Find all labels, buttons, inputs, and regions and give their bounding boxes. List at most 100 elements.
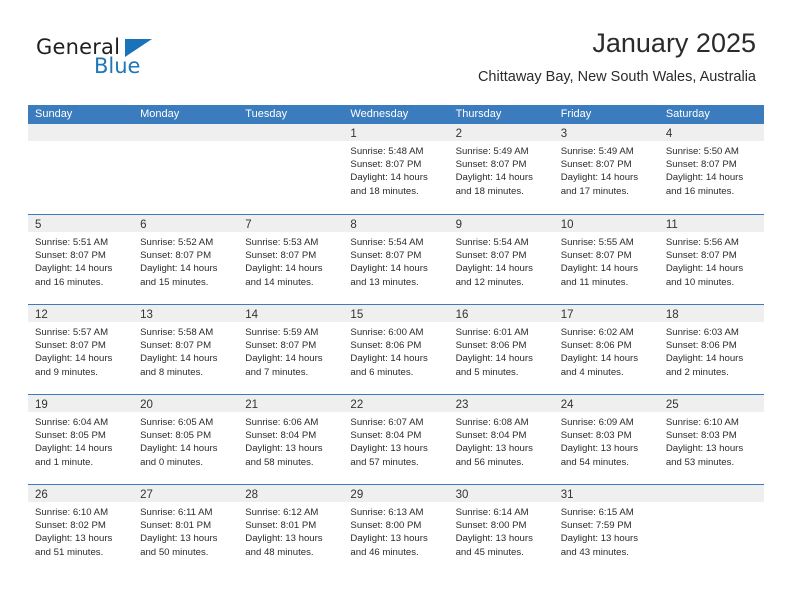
sunrise-text: Sunrise: 6:10 AM	[35, 507, 109, 518]
day-cell[interactable]: 15 Sunrise: 6:00 AM Sunset: 8:06 PM Dayligh…	[343, 305, 449, 394]
day-cell[interactable]: 2 Sunrise: 5:49 AM Sunset: 8:07 PM Daylight…	[448, 124, 554, 214]
day-cell[interactable]: 6 Sunrise: 5:52 AM Sunset: 8:07 PM Daylight…	[133, 215, 239, 304]
day-cell[interactable]: 8 Sunrise: 5:54 AM Sunset: 8:07 PM Daylight…	[343, 215, 449, 304]
sunrise-text: Sunrise: 6:09 AM	[560, 417, 634, 428]
day-cell[interactable]: 27 Sunrise: 6:11 AM Sunset: 8:01 PM Dayligh…	[133, 485, 239, 574]
day-info: Sunrise: 6:05 AM Sunset: 8:05 PM Daylight:…	[133, 412, 238, 469]
sunrise-text: Sunrise: 6:10 AM	[665, 417, 739, 428]
sunset-text: Sunset: 8:07 PM	[140, 250, 212, 262]
day-cell[interactable]: 26 Sunrise: 6:10 AM Sunset: 8:02 PM Dayligh…	[28, 485, 134, 574]
day-cell[interactable]: 3 Sunrise: 5:49 AM Sunset: 8:07 PM Daylight…	[553, 124, 659, 214]
daylight-text-line1: Daylight: 13 hours	[140, 533, 218, 545]
logo-text-blue: Blue	[94, 54, 141, 78]
day-cell[interactable]: 11 Sunrise: 5:56 AM Sunset: 8:07 PM Dayligh…	[658, 215, 764, 304]
day-cell[interactable]: 29 Sunrise: 6:13 AM Sunset: 8:00 PM Dayligh…	[343, 485, 449, 574]
daylight-text-line1: Daylight: 14 hours	[560, 172, 639, 184]
sunset-text: Sunset: 8:06 PM	[665, 340, 737, 352]
day-cell[interactable]: 23 Sunrise: 6:08 AM Sunset: 8:04 PM Dayligh…	[448, 395, 554, 484]
day-info: Sunrise: 5:58 AM Sunset: 8:07 PM Daylight:…	[133, 322, 238, 379]
daylight-text-line2: and 4 minutes.	[560, 366, 624, 378]
day-info: Sunrise: 6:06 AM Sunset: 8:04 PM Daylight:…	[238, 412, 343, 469]
day-info: Sunrise: 6:07 AM Sunset: 8:04 PM Daylight:…	[343, 412, 448, 469]
sunset-text: Sunset: 8:05 PM	[140, 430, 212, 442]
sunset-text: Sunset: 8:07 PM	[350, 250, 422, 262]
day-cell[interactable]: 1 Sunrise: 5:48 AM Sunset: 8:07 PM Daylight…	[343, 124, 449, 214]
sunset-text: Sunset: 8:07 PM	[35, 340, 106, 352]
sunset-text: Sunset: 7:59 PM	[560, 520, 632, 532]
day-cell[interactable]: 25 Sunrise: 6:10 AM Sunset: 8:03 PM Dayligh…	[658, 395, 764, 484]
day-cell[interactable]: 17 Sunrise: 6:02 AM Sunset: 8:06 PM Dayligh…	[553, 305, 659, 394]
sunrise-text: Sunrise: 6:04 AM	[35, 417, 109, 428]
day-number-band: 28	[238, 485, 344, 502]
sunset-text: Sunset: 8:07 PM	[560, 159, 632, 171]
day-cell[interactable]: 10 Sunrise: 5:55 AM Sunset: 8:07 PM Dayligh…	[553, 215, 659, 304]
daylight-text-line2: and 0 minutes.	[140, 456, 204, 468]
day-cell[interactable]: 28 Sunrise: 6:12 AM Sunset: 8:01 PM Dayligh…	[238, 485, 344, 574]
day-number-band	[133, 124, 239, 141]
general-blue-logo[interactable]: General Blue	[36, 36, 256, 82]
day-cell[interactable]: 21 Sunrise: 6:06 AM Sunset: 8:04 PM Dayligh…	[238, 395, 344, 484]
daylight-text-line1: Daylight: 14 hours	[665, 353, 744, 365]
day-number-band: 9	[448, 215, 554, 232]
day-info: Sunrise: 6:01 AM Sunset: 8:06 PM Daylight:…	[449, 322, 554, 379]
day-cell[interactable]: 31 Sunrise: 6:15 AM Sunset: 7:59 PM Dayligh…	[553, 485, 659, 574]
sunrise-text: Sunrise: 6:01 AM	[455, 327, 529, 338]
day-number: 1	[350, 128, 357, 140]
daylight-text-line2: and 7 minutes.	[245, 366, 309, 378]
day-number-band: 14	[238, 305, 344, 322]
day-cell[interactable]: 4 Sunrise: 5:50 AM Sunset: 8:07 PM Daylight…	[658, 124, 764, 214]
weekday-header-saturday: Saturday	[665, 108, 710, 120]
day-cell[interactable]: 20 Sunrise: 6:05 AM Sunset: 8:05 PM Dayligh…	[133, 395, 239, 484]
sunrise-text: Sunrise: 5:58 AM	[140, 327, 214, 338]
daylight-text-line2: and 17 minutes.	[560, 185, 629, 197]
weekday-header-tuesday: Tuesday	[245, 108, 288, 120]
day-cell[interactable]: 18 Sunrise: 6:03 AM Sunset: 8:06 PM Dayligh…	[658, 305, 764, 394]
daylight-text-line1: Daylight: 14 hours	[560, 353, 639, 365]
day-number: 13	[140, 309, 153, 321]
day-number-band: 18	[658, 305, 764, 322]
daylight-text-line1: Daylight: 13 hours	[560, 443, 639, 455]
sunrise-text: Sunrise: 6:15 AM	[560, 507, 634, 518]
sunrise-text: Sunrise: 5:59 AM	[245, 327, 319, 338]
day-info: Sunrise: 5:57 AM Sunset: 8:07 PM Daylight:…	[28, 322, 133, 379]
day-number: 11	[665, 219, 678, 231]
sunset-text: Sunset: 8:07 PM	[245, 250, 317, 262]
day-cell[interactable]: 9 Sunrise: 5:54 AM Sunset: 8:07 PM Daylight…	[448, 215, 554, 304]
day-number-band	[238, 124, 344, 141]
day-cell[interactable]: 14 Sunrise: 5:59 AM Sunset: 8:07 PM Dayligh…	[238, 305, 344, 394]
day-number: 6	[140, 219, 147, 231]
day-cell[interactable]: 30 Sunrise: 6:14 AM Sunset: 8:00 PM Dayligh…	[448, 485, 554, 574]
day-cell[interactable]: 12 Sunrise: 5:57 AM Sunset: 8:07 PM Dayligh…	[28, 305, 134, 394]
day-cell[interactable]: 7 Sunrise: 5:53 AM Sunset: 8:07 PM Daylight…	[238, 215, 344, 304]
day-number-band: 11	[658, 215, 764, 232]
day-number: 14	[245, 309, 259, 321]
daylight-text-line2: and 53 minutes.	[665, 456, 735, 468]
day-number: 4	[665, 128, 673, 140]
day-number: 9	[455, 219, 462, 231]
daylight-text-line1: Daylight: 13 hours	[350, 533, 428, 545]
day-info: Sunrise: 5:55 AM Sunset: 8:07 PM Daylight:…	[554, 232, 659, 289]
daylight-text-line2: and 15 minutes.	[140, 276, 209, 288]
sunrise-text: Sunrise: 5:53 AM	[245, 237, 319, 248]
day-number: 17	[560, 309, 574, 321]
day-info: Sunrise: 6:09 AM Sunset: 8:03 PM Daylight:…	[554, 412, 659, 469]
sunrise-text: Sunrise: 5:52 AM	[140, 237, 214, 248]
day-info: Sunrise: 5:51 AM Sunset: 8:07 PM Daylight:…	[28, 232, 133, 289]
day-number: 12	[35, 309, 48, 321]
day-cell[interactable]: 16 Sunrise: 6:01 AM Sunset: 8:06 PM Dayligh…	[448, 305, 554, 394]
day-cell[interactable]: 19 Sunrise: 6:04 AM Sunset: 8:05 PM Dayligh…	[28, 395, 134, 484]
day-info: Sunrise: 6:13 AM Sunset: 8:00 PM Daylight:…	[343, 502, 448, 559]
day-cell[interactable]: 24 Sunrise: 6:09 AM Sunset: 8:03 PM Dayligh…	[553, 395, 659, 484]
daylight-text-line2: and 1 minute.	[35, 456, 94, 468]
daylight-text-line2: and 58 minutes.	[245, 456, 314, 468]
day-cell[interactable]: 13 Sunrise: 5:58 AM Sunset: 8:07 PM Dayligh…	[133, 305, 239, 394]
sunrise-text: Sunrise: 5:56 AM	[665, 237, 739, 248]
daylight-text-line1: Daylight: 14 hours	[245, 263, 323, 275]
day-number-band: 1	[343, 124, 449, 141]
sunrise-text: Sunrise: 6:11 AM	[140, 507, 213, 518]
day-cell[interactable]: 22 Sunrise: 6:07 AM Sunset: 8:04 PM Dayligh…	[343, 395, 449, 484]
day-cell[interactable]: 5 Sunrise: 5:51 AM Sunset: 8:07 PM Daylight…	[28, 215, 134, 304]
daylight-text-line1: Daylight: 14 hours	[350, 353, 428, 365]
day-info: Sunrise: 5:54 AM Sunset: 8:07 PM Daylight:…	[449, 232, 554, 289]
week-row: 19 Sunrise: 6:04 AM Sunset: 8:05 PM Dayligh…	[28, 394, 764, 484]
